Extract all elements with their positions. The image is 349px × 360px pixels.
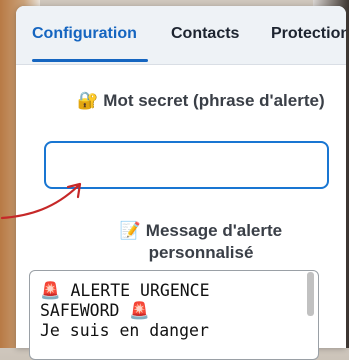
red-arrow-annotation: [0, 182, 82, 220]
message-label-text: Message d'alerte personnalisé: [145, 221, 283, 262]
safeword-label-text: Mot secret (phrase d'alerte): [103, 91, 325, 110]
safeword-label: 🔐 Mot secret (phrase d'alerte): [76, 90, 326, 112]
tab-contacts[interactable]: Contacts: [171, 25, 239, 43]
tab-bar: Configuration Contacts Protection: [16, 6, 346, 65]
memo-icon: 📝: [119, 221, 142, 241]
textarea-scrollbar[interactable]: [307, 272, 314, 316]
tab-configuration[interactable]: Configuration: [32, 25, 137, 43]
alert-message-textarea[interactable]: 🚨 ALERTE URGENCE SAFEWORD 🚨 Je suis en d…: [29, 270, 319, 360]
message-label: 📝 Message d'alerte personnalisé: [76, 220, 326, 264]
tab-protection[interactable]: Protection: [271, 25, 346, 43]
lock-key-icon: 🔐: [77, 91, 99, 111]
active-tab-indicator: [32, 59, 148, 62]
